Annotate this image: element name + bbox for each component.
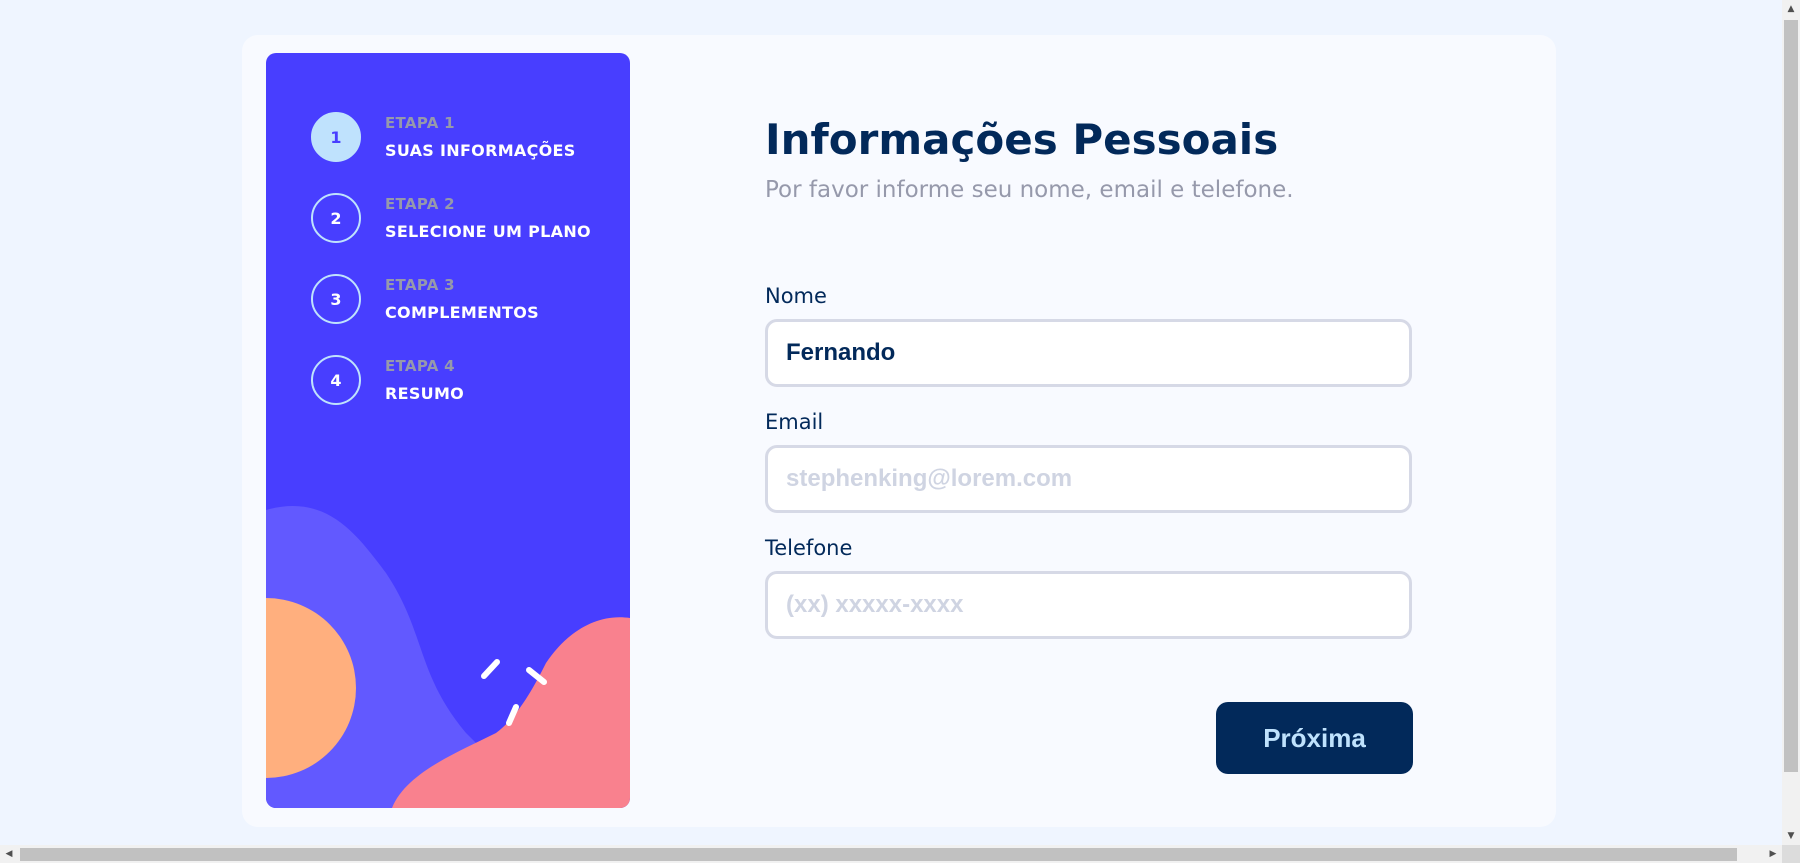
step-3[interactable]: 3 ETAPA 3 COMPLEMENTOS (311, 273, 591, 325)
next-button[interactable]: Próxima (1216, 702, 1413, 774)
step-2[interactable]: 2 ETAPA 2 SELECIONE UM PLANO (311, 192, 591, 244)
scroll-left-icon[interactable]: ◀ (0, 845, 18, 863)
steps-sidebar: 1 ETAPA 1 SUAS INFORMAÇÕES 2 ETAPA 2 SEL… (266, 53, 630, 808)
form-card: 1 ETAPA 1 SUAS INFORMAÇÕES 2 ETAPA 2 SEL… (242, 35, 1556, 827)
phone-label: Telefone (765, 536, 853, 560)
name-label: Nome (765, 284, 827, 308)
name-field-group: Nome (765, 283, 1412, 387)
step-title: RESUMO (385, 384, 465, 403)
email-field-group: Email (765, 409, 1412, 513)
step-1[interactable]: 1 ETAPA 1 SUAS INFORMAÇÕES (311, 111, 591, 163)
horizontal-scroll-thumb[interactable] (20, 848, 1737, 861)
email-input[interactable] (765, 445, 1412, 513)
phone-field-group: Telefone (765, 535, 1412, 639)
step-number: 4 (311, 355, 361, 405)
form-content: Informações Pessoais Por favor informe s… (765, 115, 1412, 639)
step-number: 1 (311, 112, 361, 162)
step-label: ETAPA 4 (385, 357, 455, 375)
horizontal-scrollbar[interactable]: ◀ ▶ (0, 845, 1782, 863)
step-title: COMPLEMENTOS (385, 303, 539, 322)
phone-input[interactable] (765, 571, 1412, 639)
vertical-scrollbar[interactable]: ▲ ▼ (1782, 0, 1800, 845)
page-subtitle: Por favor informe seu nome, email e tele… (765, 177, 1294, 203)
step-title: SUAS INFORMAÇÕES (385, 141, 576, 160)
step-number: 3 (311, 274, 361, 324)
email-label: Email (765, 410, 824, 434)
step-title: SELECIONE UM PLANO (385, 222, 591, 241)
step-label: ETAPA 2 (385, 195, 455, 213)
vertical-scroll-thumb[interactable] (1784, 20, 1798, 772)
scroll-right-icon[interactable]: ▶ (1764, 845, 1782, 863)
name-input[interactable] (765, 319, 1412, 387)
step-label: ETAPA 1 (385, 114, 455, 132)
page-title: Informações Pessoais (765, 115, 1279, 164)
scroll-down-icon[interactable]: ▼ (1782, 827, 1800, 845)
step-number: 2 (311, 193, 361, 243)
scroll-up-icon[interactable]: ▲ (1782, 0, 1800, 18)
scrollbar-corner (1782, 845, 1800, 863)
step-list: 1 ETAPA 1 SUAS INFORMAÇÕES 2 ETAPA 2 SEL… (311, 111, 591, 435)
step-label: ETAPA 3 (385, 276, 455, 294)
step-4[interactable]: 4 ETAPA 4 RESUMO (311, 354, 591, 406)
